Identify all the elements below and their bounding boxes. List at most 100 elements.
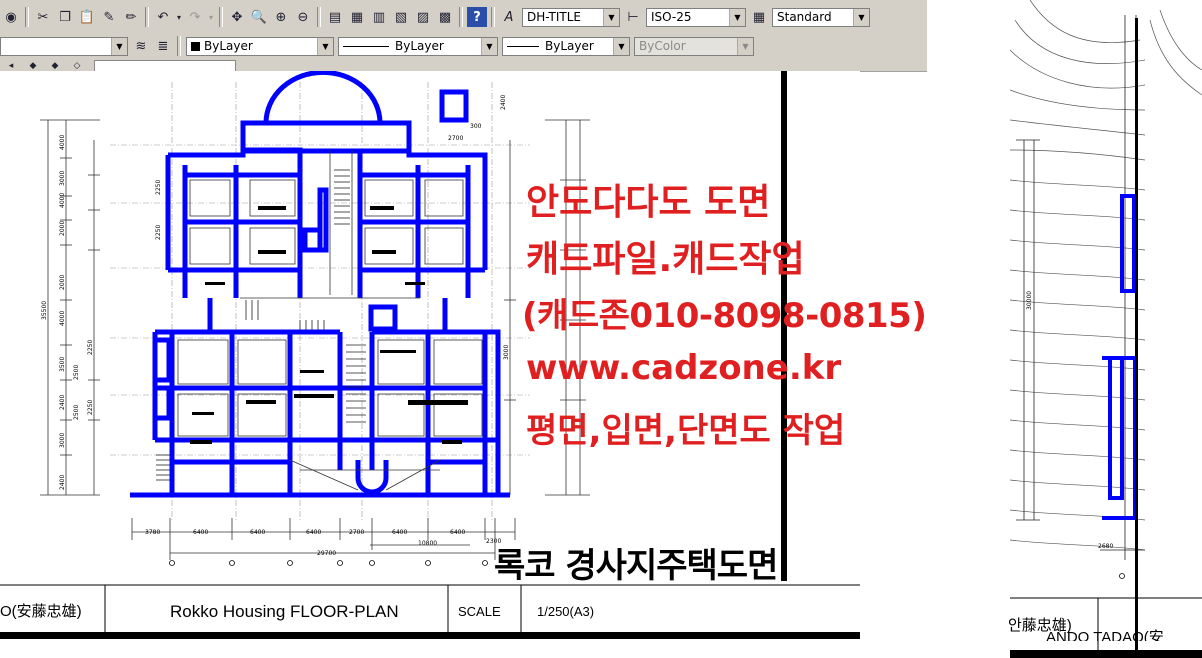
- toolbar-separator: [25, 7, 29, 27]
- pan-icon[interactable]: ✥: [227, 7, 247, 27]
- paste-icon[interactable]: 📋: [77, 7, 97, 27]
- dim-bottom-4: 2700: [349, 529, 364, 536]
- tool-strip-field[interactable]: [94, 59, 236, 72]
- toolbar: ◉ ✂ ❐ 📋 ✎ ✏ ↶ ▾ ↷ ▾ ✥ 🔍 ⊕ ⊖ ▤ ▦ ▥ ▧ ▨ ▩ …: [0, 0, 927, 72]
- cut-icon[interactable]: ✂: [33, 7, 53, 27]
- design-center-icon[interactable]: ▦: [347, 7, 367, 27]
- dim-left-total: 35500: [41, 301, 48, 320]
- dim-top-vertical: 2400: [500, 95, 507, 110]
- standard-toolbar-row: ◉ ✂ ❐ 📋 ✎ ✏ ↶ ▾ ↷ ▾ ✥ 🔍 ⊕ ⊖ ▤ ▦ ▥ ▧ ▨ ▩ …: [0, 4, 872, 30]
- diamond-icon[interactable]: ◆: [45, 61, 65, 71]
- toolbar-separator: [491, 7, 495, 27]
- viewport-gap: [927, 0, 1010, 160]
- chevron-down-icon[interactable]: ▼: [729, 8, 745, 26]
- undo-icon[interactable]: ↶: [153, 7, 173, 27]
- chevron-down-icon[interactable]: ▼: [481, 37, 497, 55]
- layer-make-current-icon[interactable]: ≋: [131, 36, 151, 56]
- zoom-window-icon[interactable]: ⊕: [271, 7, 291, 27]
- dim-top-0: 2700: [448, 135, 463, 142]
- dim-inner-1: 2250: [155, 225, 162, 240]
- dim-bottom-1: 6400: [193, 529, 208, 536]
- dim-bottom-0: 3780: [145, 529, 160, 536]
- zoom-realtime-icon[interactable]: 🔍: [249, 7, 269, 27]
- dim-inner-2: 2250: [87, 340, 94, 355]
- toolbar-separator: [459, 7, 463, 27]
- text-style-select[interactable]: DH-TITLE ▼: [522, 7, 620, 27]
- dim-style-value: ISO-25: [651, 10, 692, 24]
- linetype-sample: [343, 45, 389, 47]
- dim-bottom-2: 6400: [250, 529, 265, 536]
- toolbar-separator: [145, 7, 149, 27]
- toolbar-separator: [177, 36, 181, 56]
- dim-sub: 10800: [418, 540, 437, 547]
- dim-bottom-3: 6400: [306, 529, 321, 536]
- overlay-line-4: www.cadzone.kr: [526, 348, 842, 388]
- text-style-icon[interactable]: A: [499, 7, 519, 27]
- toolbar-separator: [219, 7, 223, 27]
- dim-inner-5: 2500: [73, 405, 80, 420]
- dim-left-0: 4000: [59, 135, 66, 150]
- overlay-line-2: 캐드파일.캐드작업: [526, 239, 805, 280]
- dim-left-7: 2400: [59, 395, 66, 410]
- dim-bottom-6: 6400: [450, 529, 465, 536]
- titleblock-scale-label: SCALE: [458, 604, 501, 619]
- arrow-left-icon[interactable]: ◂: [1, 61, 21, 71]
- layer-select[interactable]: ▼: [0, 36, 128, 56]
- properties-icon[interactable]: ▤: [325, 7, 345, 27]
- table-style-select[interactable]: Standard ▼: [772, 7, 870, 27]
- help-icon[interactable]: ?: [467, 7, 487, 27]
- chevron-down-icon[interactable]: ▼: [317, 37, 333, 55]
- color-swatch: [191, 41, 200, 51]
- chevron-down-icon[interactable]: ▼: [111, 37, 127, 55]
- properties-toolbar-row: ▼ ≋ ≣ ByLayer ▼ ByLayer ▼ ByLayer ▼ ByCo…: [0, 33, 756, 59]
- dim-left-4: 2000: [59, 275, 66, 290]
- diamond-icon[interactable]: ◇: [67, 61, 87, 71]
- plot-style-select[interactable]: ByColor ▼: [634, 36, 754, 56]
- site-plan-viewport[interactable]: 2680 30000: [1010, 0, 1202, 658]
- match-properties-icon[interactable]: ✎: [99, 7, 119, 27]
- diamond-icon[interactable]: ◆: [23, 61, 43, 71]
- titleblock-drawing-name: Rokko Housing FLOOR-PLAN: [170, 602, 399, 621]
- markup-icon[interactable]: ▨: [413, 7, 433, 27]
- dim-inner-3: 2250: [87, 400, 94, 415]
- dim-total: 29700: [317, 550, 336, 557]
- toolbar-separator: [317, 7, 321, 27]
- copy-icon[interactable]: ❐: [55, 7, 75, 27]
- overlay-line-5: 평면,입면,단면도 작업: [526, 411, 846, 451]
- dim-style-select[interactable]: ISO-25 ▼: [646, 7, 746, 27]
- dim-left-1: 3000: [59, 171, 66, 186]
- dim-left-5: 4000: [59, 311, 66, 326]
- linetype-value: ByLayer: [395, 39, 444, 53]
- chevron-down-icon[interactable]: ▼: [853, 8, 869, 26]
- color-select[interactable]: ByLayer ▼: [186, 36, 334, 56]
- overlay-line-3: (캐드존010-8098-0815): [522, 296, 927, 336]
- calculator-icon[interactable]: ▩: [435, 7, 455, 27]
- undo-dropdown-icon[interactable]: ▾: [175, 7, 183, 27]
- lineweight-sample: [507, 45, 539, 47]
- dim-top-1: 300: [470, 123, 482, 130]
- table-style-icon[interactable]: ▦: [749, 7, 769, 27]
- dim-left-2: 4000: [59, 193, 66, 208]
- color-value: ByLayer: [204, 39, 253, 53]
- text-style-value: DH-TITLE: [527, 10, 581, 24]
- dim-style-icon[interactable]: ⊢: [623, 7, 643, 27]
- titleblock-scale-value: 1/250(A3): [537, 604, 595, 619]
- linetype-select[interactable]: ByLayer ▼: [338, 36, 498, 56]
- layer-previous-icon[interactable]: ≣: [153, 36, 173, 56]
- dim-inner-4: 2500: [73, 365, 80, 380]
- plan-title: 록코 경사지주택도면: [494, 546, 778, 586]
- globe-icon[interactable]: ◉: [1, 7, 21, 27]
- lineweight-select[interactable]: ByLayer ▼: [502, 36, 630, 56]
- chevron-down-icon[interactable]: ▼: [737, 37, 753, 55]
- chevron-down-icon[interactable]: ▼: [603, 8, 619, 26]
- zoom-previous-icon[interactable]: ⊖: [293, 7, 313, 27]
- site-dim-left: 30000: [1026, 291, 1033, 310]
- table-style-value: Standard: [777, 10, 832, 24]
- block-editor-icon[interactable]: ✏: [121, 7, 141, 27]
- sheet-set-icon[interactable]: ▧: [391, 7, 411, 27]
- redo-dropdown-icon[interactable]: ▾: [207, 7, 215, 27]
- redo-icon[interactable]: ↷: [185, 7, 205, 27]
- chevron-down-icon[interactable]: ▼: [613, 37, 629, 55]
- tool-palettes-icon[interactable]: ▥: [369, 7, 389, 27]
- dim-left-3: 2000: [59, 221, 66, 236]
